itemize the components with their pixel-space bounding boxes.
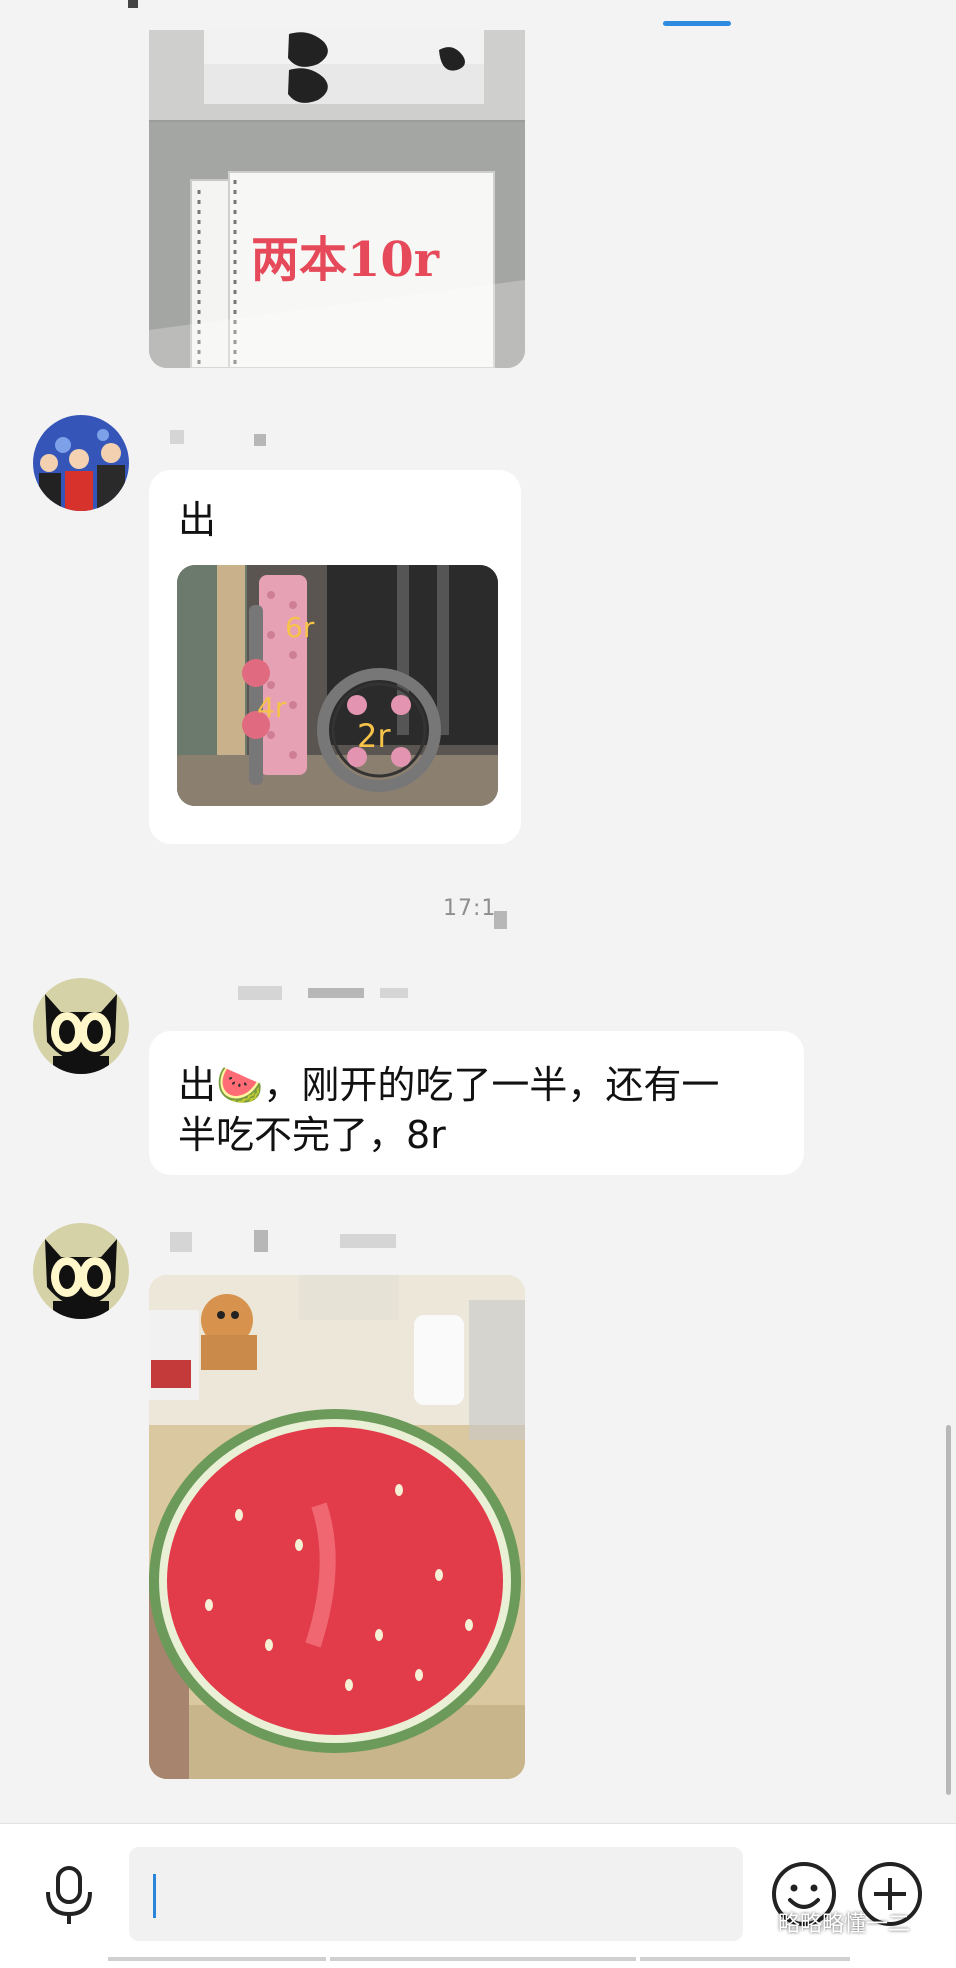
watermelon-photo[interactable]	[149, 1275, 525, 1779]
wechat-icon	[746, 1914, 772, 1934]
avatar[interactable]	[33, 978, 129, 1074]
timestamp: 17:1	[443, 896, 497, 921]
sender-name-blurred	[340, 1234, 396, 1248]
microphone-icon	[46, 1866, 92, 1924]
bottom-divider	[108, 1957, 850, 1961]
price-tag-4r: 4r	[257, 691, 287, 724]
message-text-line1: 出🍉，刚开的吃了一半，还有一	[178, 1063, 720, 1107]
price-tag-6r: 6r	[285, 611, 315, 644]
avatar-black-cat-image	[33, 1223, 129, 1319]
voice-button[interactable]	[36, 1862, 102, 1928]
message-bubble[interactable]: 出 6r 4r 2r	[149, 470, 521, 844]
notebook-price-caption: 两本10r	[251, 232, 440, 288]
avatar-kids-image	[33, 415, 129, 511]
sender-name-blurred	[238, 986, 282, 1000]
sender-name-blurred	[254, 434, 266, 446]
timestamp-blur	[494, 911, 507, 929]
sender-name-blurred	[170, 1232, 192, 1252]
tab-indicator	[663, 21, 731, 26]
avatar[interactable]	[33, 1223, 129, 1319]
message-text-line2: 半吃不完了，8r	[178, 1113, 446, 1157]
sender-name-blurred	[380, 988, 408, 998]
top-edge-mark	[128, 0, 138, 8]
avatar[interactable]	[33, 415, 129, 511]
watermark-label: 略略略懂一二	[778, 1912, 911, 1937]
watermark-text: 略略略懂一二	[746, 1906, 910, 1938]
wechat-icon-graphic	[746, 1914, 772, 1934]
price-tag-2r: 2r	[357, 717, 391, 755]
massage-tools-graphic: 6r 4r 2r	[177, 565, 498, 806]
message-text: 出	[178, 498, 217, 542]
sender-name-blurred	[170, 430, 184, 444]
message-input[interactable]	[129, 1847, 743, 1941]
avatar-black-cat-image	[33, 978, 129, 1074]
scrollbar[interactable]	[946, 1425, 951, 1795]
sender-name-blurred	[308, 988, 364, 998]
watermelon-graphic	[149, 1275, 525, 1779]
notebook-photo[interactable]: 两本10r	[149, 30, 525, 368]
message-bubble[interactable]: 出🍉，刚开的吃了一半，还有一 半吃不完了，8r	[149, 1031, 804, 1175]
massage-tools-photo[interactable]: 6r 4r 2r	[177, 565, 498, 806]
notebook-photo-graphic: 两本10r	[149, 30, 525, 368]
text-caret	[153, 1874, 156, 1918]
sender-name-blurred	[254, 1230, 268, 1252]
